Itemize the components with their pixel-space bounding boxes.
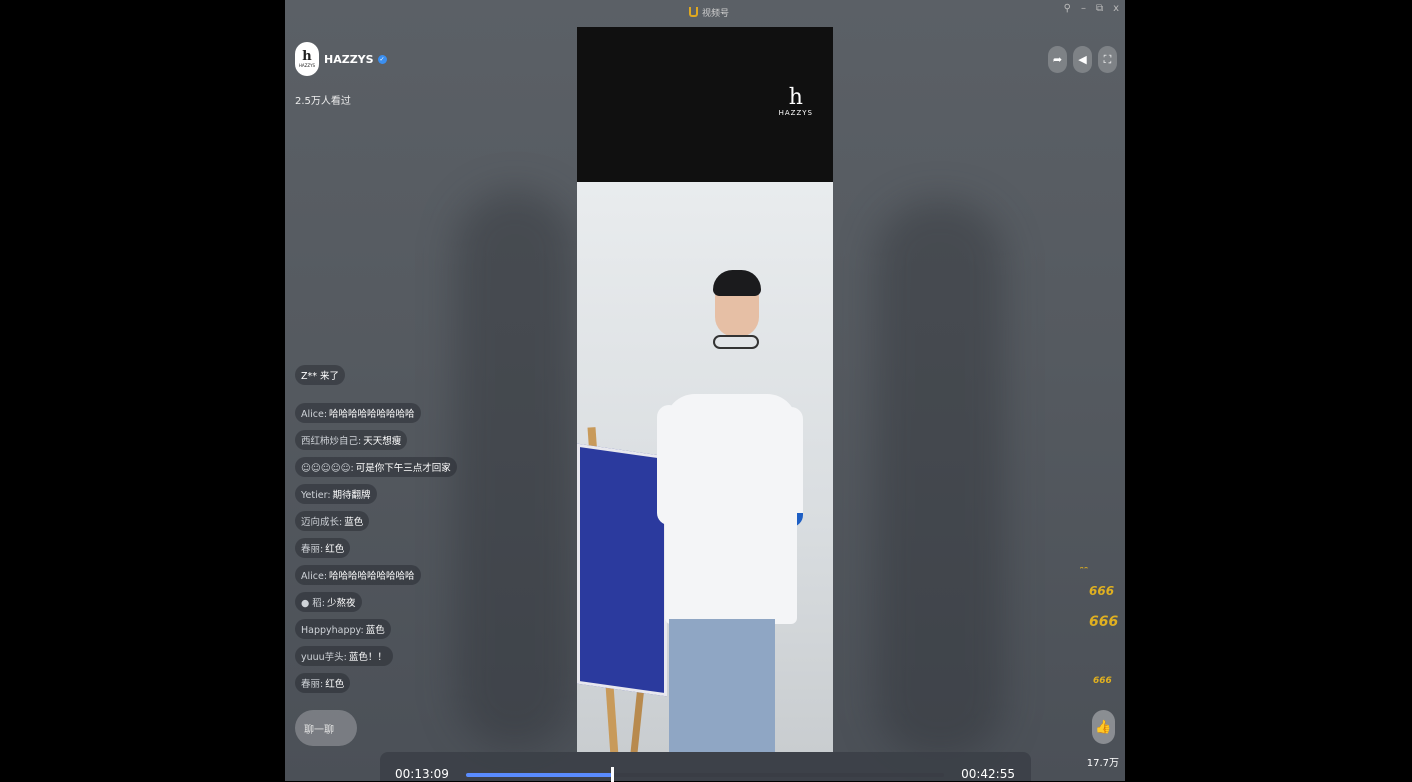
chat-message: 迈向成长: 蓝色: [295, 510, 555, 537]
chat-text: 期待翻牌: [332, 490, 371, 501]
app-logo-icon: [689, 7, 698, 17]
person-hair: [713, 270, 761, 296]
chat-message: Alice: 哈哈哈哈哈哈哈哈哈: [295, 402, 555, 429]
chat-text: 红色: [325, 544, 345, 555]
volume-button[interactable]: ◀: [1073, 46, 1092, 73]
floating-emoji-icon: ᵔᵔ: [1079, 566, 1088, 576]
volume-icon: ◀: [1078, 53, 1087, 66]
floating-emoji-icon: 666: [1093, 676, 1112, 686]
chat-message: Alice: 哈哈哈哈哈哈哈哈哈: [295, 564, 555, 591]
chat-user[interactable]: ● 稻:: [301, 598, 325, 609]
person-glasses: [713, 335, 759, 349]
chat-user[interactable]: Alice:: [301, 571, 327, 582]
pin-button[interactable]: ⚲: [1064, 3, 1071, 14]
video-frame[interactable]: h HAZZYS: [577, 27, 833, 752]
share-icon: ➦: [1052, 53, 1063, 66]
fullscreen-icon: ⛶: [1103, 52, 1112, 66]
chat-user[interactable]: Happyhappy:: [301, 625, 364, 636]
chat-message: 春丽: 红色: [295, 672, 555, 699]
progress-fill: [466, 773, 613, 777]
chat-text: 蓝色！！: [348, 652, 387, 663]
chat-text: 蓝色: [365, 625, 385, 636]
join-notice: Z** 来了: [295, 365, 346, 385]
painting: [577, 443, 667, 697]
progress-track[interactable]: [466, 767, 944, 782]
chat-message: Happyhappy: 蓝色: [295, 618, 555, 645]
verified-icon: ✓: [377, 54, 387, 64]
streamer-name[interactable]: HAZZYS: [324, 53, 374, 66]
chat-user[interactable]: Yetier:: [301, 490, 331, 501]
streamer-header: h HAZZYS HAZZYS ✓: [295, 42, 387, 76]
window-controls: ⚲ – ⧉ x: [1064, 3, 1119, 14]
avatar-text: HAZZYS: [298, 63, 316, 68]
window-title: 视频号: [689, 6, 729, 19]
like-button[interactable]: 👍: [1092, 710, 1115, 744]
progress-handle[interactable]: [611, 767, 615, 782]
chat-user[interactable]: 春丽:: [301, 544, 323, 555]
chat-user[interactable]: 春丽:: [301, 679, 323, 690]
chat-message: Yetier: 期待翻牌: [295, 483, 555, 510]
chat-text: 蓝色: [344, 517, 364, 528]
fullscreen-button[interactable]: ⛶: [1098, 46, 1117, 73]
chat-user[interactable]: Alice:: [301, 409, 327, 420]
chat-text: 少熬夜: [327, 598, 356, 609]
restore-button[interactable]: ⧉: [1096, 3, 1103, 14]
chat-text: 红色: [325, 679, 345, 690]
chat-user[interactable]: 西红柿炒自己:: [301, 436, 361, 447]
floating-emoji-icon: 666: [1089, 584, 1115, 598]
avatar[interactable]: h HAZZYS: [295, 42, 319, 76]
chat-message: ☺☺☺☺☺: 可是你下午三点才回家: [295, 456, 555, 483]
thumbs-up-icon: 👍: [1095, 719, 1112, 735]
current-time: 00:13:09: [395, 767, 449, 781]
chat-user[interactable]: 迈向成长:: [301, 517, 342, 528]
chat-text: 天天想瘦: [363, 436, 402, 447]
like-count: 17.7万: [1086, 758, 1119, 769]
brand-logo-letter: h: [788, 85, 803, 110]
player-controls: 00:13:09 00:42:55: [380, 752, 1031, 782]
chat-message: ● 稻: 少熬夜: [295, 591, 555, 618]
chat-text: 哈哈哈哈哈哈哈哈哈: [329, 409, 415, 420]
brand-logo-text: HAZZYS: [778, 109, 813, 117]
chat-message: 春丽: 红色: [295, 537, 555, 564]
chat-text: 可是你下午三点才回家: [355, 463, 451, 474]
title-bar: 视频号 ⚲ – ⧉ x: [285, 0, 1125, 26]
minimize-button[interactable]: –: [1081, 3, 1086, 14]
chat-join-row: Z** 来了: [295, 364, 555, 402]
brand-logo: h HAZZYS: [778, 85, 813, 118]
chat-message: 西红柿炒自己: 天天想瘦: [295, 429, 555, 456]
person-jeans: [669, 619, 775, 752]
top-controls: ➦ ◀ ⛶: [1048, 46, 1117, 73]
chat-list: Z** 来了 Alice: 哈哈哈哈哈哈哈哈哈 西红柿炒自己: 天天想瘦 ☺☺☺☺☺…: [295, 364, 555, 699]
floating-emoji-icon: 666: [1089, 614, 1119, 630]
close-button[interactable]: x: [1113, 3, 1119, 14]
share-button[interactable]: ➦: [1048, 46, 1067, 73]
chat-text: 哈哈哈哈哈哈哈哈哈: [329, 571, 415, 582]
person-shirt: [665, 394, 797, 624]
chat-user[interactable]: yuuu芋头:: [301, 652, 347, 663]
chat-message: yuuu芋头: 蓝色！！: [295, 645, 555, 672]
avatar-letter: h: [302, 49, 312, 64]
chat-user[interactable]: ☺☺☺☺☺:: [301, 463, 354, 474]
viewer-count: 2.5万人看过: [295, 96, 351, 107]
chat-input[interactable]: 聊一聊: [295, 710, 357, 746]
video-banner: h HAZZYS: [577, 27, 833, 182]
background-blur-right: [875, 200, 1005, 760]
total-time: 00:42:55: [961, 767, 1015, 781]
live-stream-window: 视频号 ⚲ – ⧉ x h HAZZYS HAZZYS ✓ 2.5万人看过 ➦ …: [285, 0, 1125, 781]
